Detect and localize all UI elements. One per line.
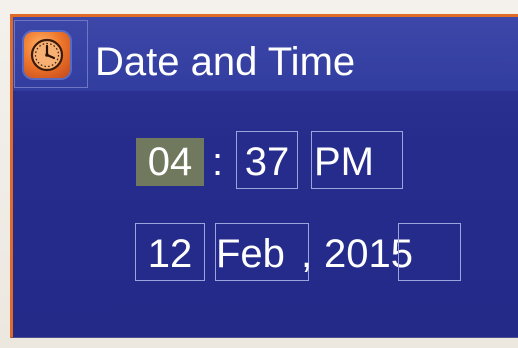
time-separator: : <box>212 140 224 184</box>
hour-value: 04 <box>147 140 193 184</box>
clock-glyph <box>30 38 64 72</box>
hour-field[interactable]: 04 <box>136 138 204 186</box>
minute-field[interactable]: 37 <box>236 131 298 189</box>
minute-value: 37 <box>244 140 290 184</box>
clock-icon[interactable] <box>22 30 72 80</box>
month-field[interactable]: Feb <box>215 223 309 281</box>
year-field[interactable] <box>398 223 461 281</box>
day-field[interactable]: 12 <box>135 223 205 281</box>
date-separator: , <box>301 232 313 276</box>
month-value: Feb <box>216 232 285 276</box>
page-title: Date and Time <box>95 40 356 84</box>
meridiem-field[interactable]: PM <box>311 131 403 189</box>
day-value: 12 <box>147 232 193 276</box>
meridiem-value: PM <box>314 140 374 184</box>
